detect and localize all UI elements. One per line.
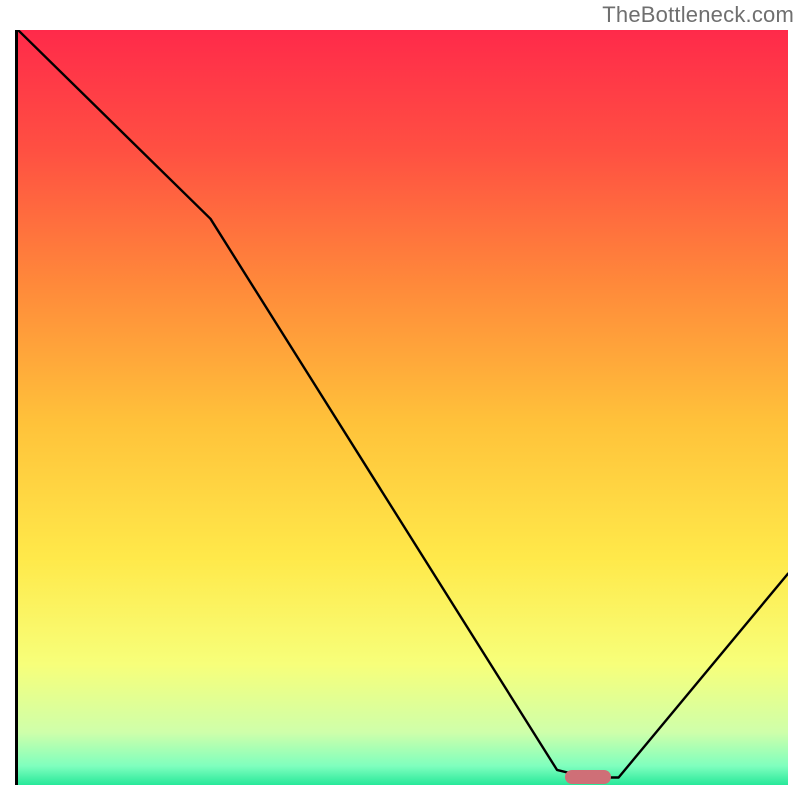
bottleneck-curve (18, 30, 788, 785)
chart-axes-frame (15, 30, 785, 785)
watermark-text: TheBottleneck.com (602, 2, 794, 28)
chart-plot-area (18, 30, 785, 782)
optimal-point-marker (565, 770, 611, 784)
